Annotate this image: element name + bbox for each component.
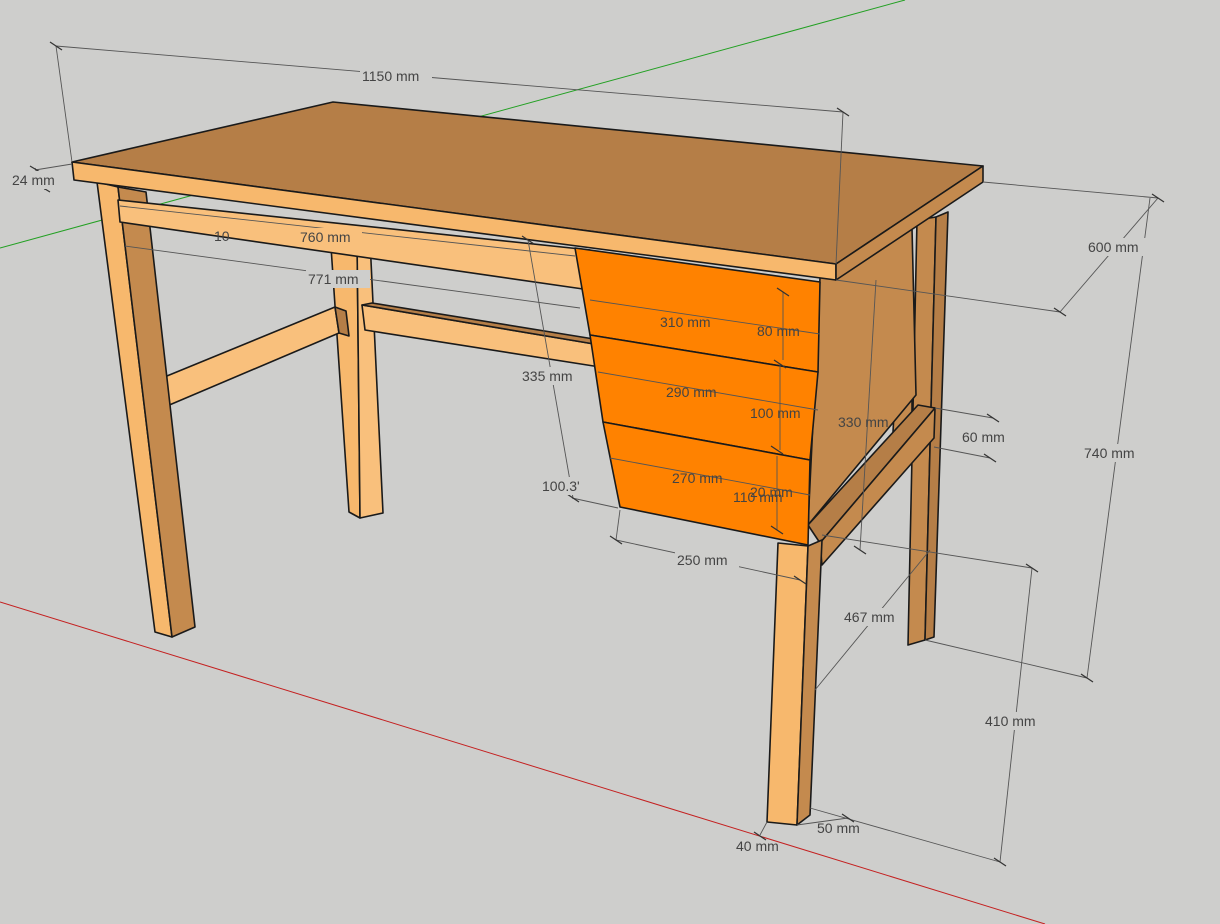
label-leg-50: 50 mm	[817, 820, 860, 836]
label-drawer-100: 100 mm	[750, 405, 801, 421]
label-drawer-110: 110 mm	[733, 489, 783, 505]
desk-3d-diagram: 1150 mm 24 mm 10 760 mm 771 mm 600 mm 31…	[0, 0, 1220, 924]
label-depth-600: 600 mm	[1088, 239, 1139, 255]
label-height-740: 740 mm	[1084, 445, 1135, 461]
label-thickness-24: 24 mm	[12, 172, 55, 188]
label-rail-height-410: 410 mm	[985, 713, 1036, 729]
label-angle-100-3: 100.3'	[542, 478, 580, 494]
label-drawer-bottom-250: 250 mm	[677, 552, 728, 568]
label-hidden-fragment: 10	[214, 228, 230, 244]
label-width-1150: 1150 mm	[362, 68, 419, 84]
label-drawer-height-335: 335 mm	[522, 368, 573, 384]
label-drawer-310: 310 mm	[660, 314, 711, 330]
label-leg-40: 40 mm	[736, 838, 779, 854]
label-drawer-270: 270 mm	[672, 470, 723, 486]
label-drawer-290: 290 mm	[666, 384, 717, 400]
label-rail-771: 771 mm	[308, 271, 359, 287]
label-drawer-80: 80 mm	[757, 323, 800, 339]
label-apron-760: 760 mm	[300, 229, 351, 245]
label-span-467: 467 mm	[844, 609, 895, 625]
label-side-height-330: 330 mm	[838, 414, 889, 430]
label-rail-60: 60 mm	[962, 429, 1005, 445]
